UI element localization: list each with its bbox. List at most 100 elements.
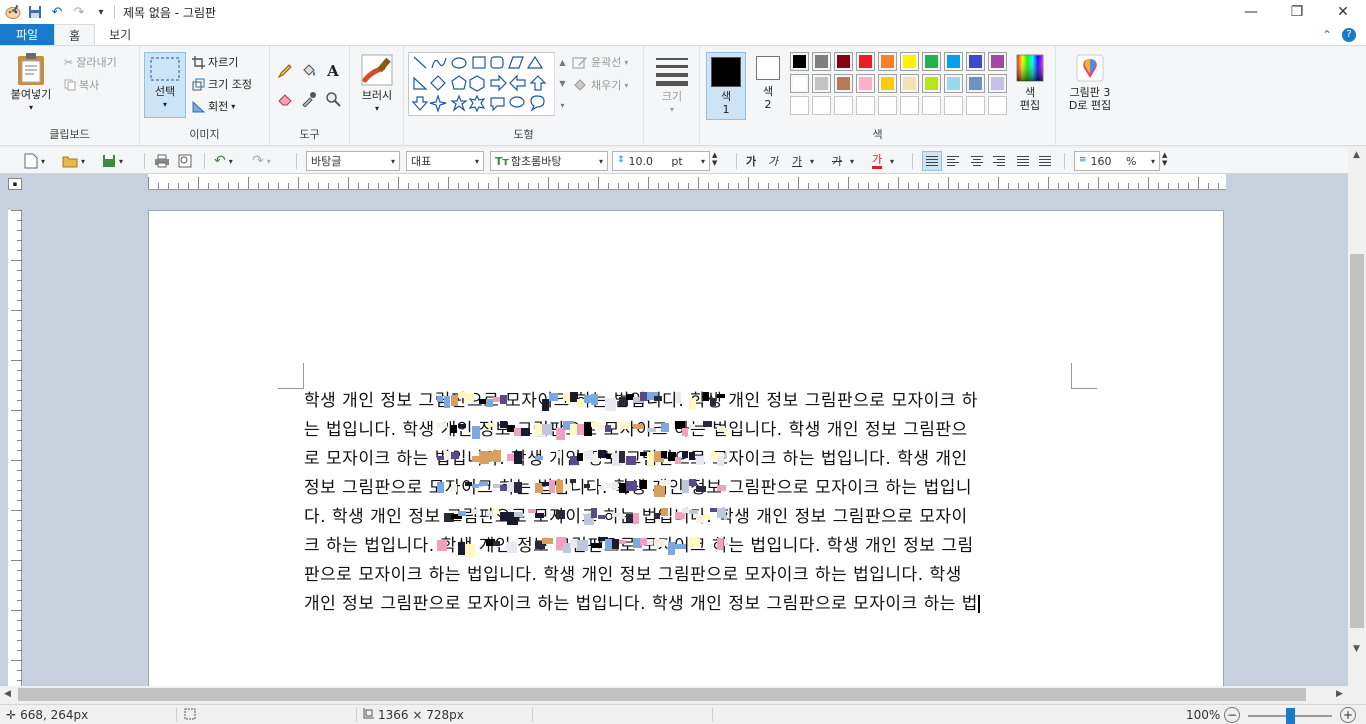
- minimize-button[interactable]: —: [1228, 0, 1274, 24]
- cut-button[interactable]: ✂ 잘라내기: [64, 54, 117, 70]
- brushes-button[interactable]: 브러시 ▾: [356, 54, 398, 115]
- save-doc-icon[interactable]: ▾: [102, 151, 123, 171]
- scroll-up-icon[interactable]: ▲: [1353, 150, 1360, 160]
- zoom-slider-thumb[interactable]: [1286, 708, 1295, 724]
- print-icon[interactable]: [154, 151, 170, 171]
- vertical-scroll-thumb[interactable]: [1350, 254, 1364, 628]
- palette-swatch[interactable]: [900, 96, 919, 115]
- palette-swatch[interactable]: [878, 96, 897, 115]
- paint-app-icon[interactable]: [4, 3, 22, 21]
- fill-bucket-icon[interactable]: [300, 62, 318, 80]
- select-dropdown-icon[interactable]: ▾: [163, 98, 167, 111]
- palette-swatch[interactable]: [878, 74, 897, 93]
- tab-file[interactable]: 파일: [0, 24, 55, 45]
- vertical-scrollbar[interactable]: ▲ ▼: [1348, 146, 1366, 686]
- style-combo[interactable]: 바탕글 ▾: [306, 151, 400, 171]
- strike-dropdown-icon[interactable]: ▾: [850, 151, 854, 171]
- maximize-button[interactable]: ❐: [1274, 0, 1320, 24]
- select-button[interactable]: 선택 ▾: [144, 52, 186, 118]
- language-combo[interactable]: 대표 ▾: [406, 151, 484, 171]
- save-icon[interactable]: [26, 3, 44, 21]
- align-center-icon[interactable]: [970, 151, 984, 171]
- palette-swatch[interactable]: [944, 96, 963, 115]
- palette-swatch[interactable]: [790, 74, 809, 93]
- canvas-page[interactable]: 학생 개인 정보 그림판으로 모자이크 하는 법입니다. 학생 개인 정보 그림…: [148, 210, 1224, 686]
- close-button[interactable]: ✕: [1320, 0, 1366, 24]
- palette-swatch[interactable]: [922, 74, 941, 93]
- size-dropdown-icon[interactable]: ▾: [670, 103, 674, 116]
- vertical-ruler[interactable]: [8, 210, 22, 686]
- rotate-dropdown-icon[interactable]: ▾: [231, 102, 235, 111]
- paste-dropdown-icon[interactable]: ▾: [29, 101, 33, 114]
- shapes-gallery-scroll[interactable]: ▲ ▼ ▾: [554, 52, 570, 116]
- align-divide-icon[interactable]: [1038, 151, 1052, 171]
- palette-swatch[interactable]: [900, 52, 919, 71]
- font-color-dropdown-icon[interactable]: ▾: [890, 151, 894, 171]
- bold-button[interactable]: 가: [746, 151, 756, 171]
- tab-home[interactable]: 홈: [54, 24, 96, 45]
- underline-button[interactable]: 가: [792, 151, 802, 171]
- palette-swatch[interactable]: [834, 74, 853, 93]
- palette-swatch[interactable]: [812, 96, 831, 115]
- palette-swatch[interactable]: [966, 96, 985, 115]
- line-spacing-combo[interactable]: ≡ 160 % ▾: [1074, 151, 1160, 171]
- shapes-gallery-icons[interactable]: [411, 54, 561, 116]
- outline-button[interactable]: 윤곽선 ▾: [572, 54, 628, 70]
- horizontal-scrollbar[interactable]: ◀ ▶: [0, 686, 1348, 703]
- tab-view[interactable]: 보기: [95, 24, 145, 45]
- palette-swatch[interactable]: [900, 74, 919, 93]
- align-justify-icon[interactable]: [922, 151, 942, 171]
- scroll-down-icon[interactable]: ▼: [1353, 644, 1360, 654]
- palette-swatch[interactable]: [790, 96, 809, 115]
- font-size-spinner[interactable]: ▲ ▼: [712, 151, 717, 171]
- color2-button[interactable]: 색 2: [750, 56, 786, 111]
- zoom-out-button[interactable]: −: [1224, 707, 1240, 723]
- eraser-icon[interactable]: [276, 90, 294, 108]
- horizontal-scroll-thumb[interactable]: [18, 688, 1306, 701]
- palette-swatch[interactable]: [966, 74, 985, 93]
- ruler-corner-button[interactable]: ▪: [8, 178, 22, 190]
- underline-dropdown-icon[interactable]: ▾: [810, 151, 814, 171]
- font-size-combo[interactable]: ⇕ 10.0 pt ▾: [612, 151, 710, 171]
- align-left-icon[interactable]: [946, 151, 960, 171]
- edit-colors-button[interactable]: 색 편집: [1012, 54, 1048, 112]
- size-button[interactable]: 크기 ▾: [652, 56, 692, 116]
- align-distribute-icon[interactable]: [1016, 151, 1030, 171]
- palette-swatch[interactable]: [856, 96, 875, 115]
- scroll-left-icon[interactable]: ◀: [4, 689, 11, 699]
- doc-redo-icon[interactable]: ↷ ▾: [252, 151, 271, 171]
- palette-swatch[interactable]: [856, 52, 875, 71]
- line-spacing-spinner[interactable]: ▲ ▼: [1162, 151, 1167, 171]
- print-preview-icon[interactable]: [178, 151, 192, 171]
- color1-button[interactable]: 색 1: [706, 52, 746, 120]
- collapse-ribbon-icon[interactable]: ⌃: [1322, 28, 1332, 42]
- color-picker-icon[interactable]: [300, 90, 318, 108]
- pencil-icon[interactable]: [276, 62, 294, 80]
- paste-button[interactable]: 붙여넣기 ▾: [6, 52, 56, 114]
- italic-button[interactable]: 가: [768, 151, 778, 171]
- palette-swatch[interactable]: [812, 74, 831, 93]
- edit-with-paint3d-button[interactable]: 그림판 3 D로 편집: [1060, 54, 1120, 112]
- brushes-dropdown-icon[interactable]: ▾: [375, 102, 379, 115]
- align-right-icon[interactable]: [992, 151, 1006, 171]
- customize-quick-access-icon[interactable]: ▾: [92, 3, 110, 21]
- doc-undo-icon[interactable]: ↶ ▾: [214, 151, 233, 171]
- palette-swatch[interactable]: [988, 52, 1007, 71]
- palette-swatch[interactable]: [966, 52, 985, 71]
- scroll-right-icon[interactable]: ▶: [1336, 689, 1343, 699]
- new-doc-icon[interactable]: ▾: [24, 151, 45, 171]
- zoom-in-button[interactable]: +: [1340, 707, 1356, 723]
- resize-button[interactable]: 크기 조정: [192, 76, 252, 92]
- palette-swatch[interactable]: [834, 52, 853, 71]
- palette-swatch[interactable]: [922, 52, 941, 71]
- copy-button[interactable]: 복사: [64, 77, 99, 93]
- text-tool-icon[interactable]: A: [324, 62, 342, 80]
- palette-swatch[interactable]: [878, 52, 897, 71]
- palette-swatch[interactable]: [812, 52, 831, 71]
- palette-swatch[interactable]: [922, 96, 941, 115]
- crop-button[interactable]: 자르기: [192, 54, 238, 70]
- magnifier-icon[interactable]: [324, 90, 342, 108]
- fill-button[interactable]: 채우기 ▾: [572, 77, 628, 93]
- redo-icon[interactable]: ↷: [70, 3, 88, 21]
- palette-swatch[interactable]: [856, 74, 875, 93]
